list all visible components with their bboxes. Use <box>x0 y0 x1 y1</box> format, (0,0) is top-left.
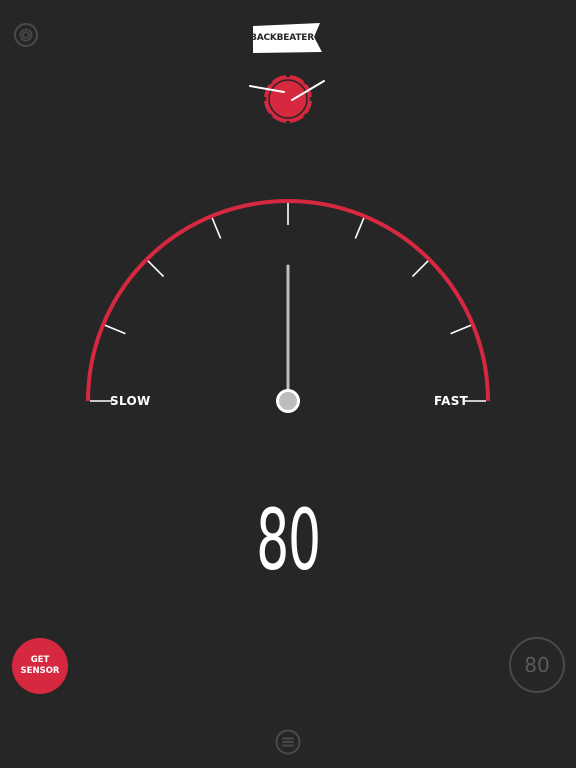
gauge-tick <box>104 324 126 335</box>
get-sensor-label-line2: SENSOR <box>20 666 60 676</box>
menu-button[interactable] <box>275 729 301 755</box>
gauge-tick <box>354 217 365 239</box>
target-tempo-button[interactable]: 80 <box>509 637 565 693</box>
gauge-tick <box>211 217 222 239</box>
bpm-readout: 80 <box>256 491 321 589</box>
target-tempo-value: 80 <box>524 653 550 677</box>
get-sensor-label-line1: GET <box>30 655 50 665</box>
hamburger-menu-icon <box>275 729 301 755</box>
fast-label: FAST <box>434 394 469 408</box>
slow-label: SLOW <box>110 394 151 408</box>
get-sensor-button[interactable]: GET SENSOR <box>12 638 68 694</box>
tempo-gauge <box>86 199 490 413</box>
gauge-tick <box>411 260 429 278</box>
needle-pivot-inner <box>279 392 297 410</box>
gauge-tick <box>147 260 165 278</box>
app-screen: BACKBEATER SLOW FAST 80 GET SENSOR 80 <box>0 0 576 768</box>
gauge-tick <box>450 324 472 335</box>
